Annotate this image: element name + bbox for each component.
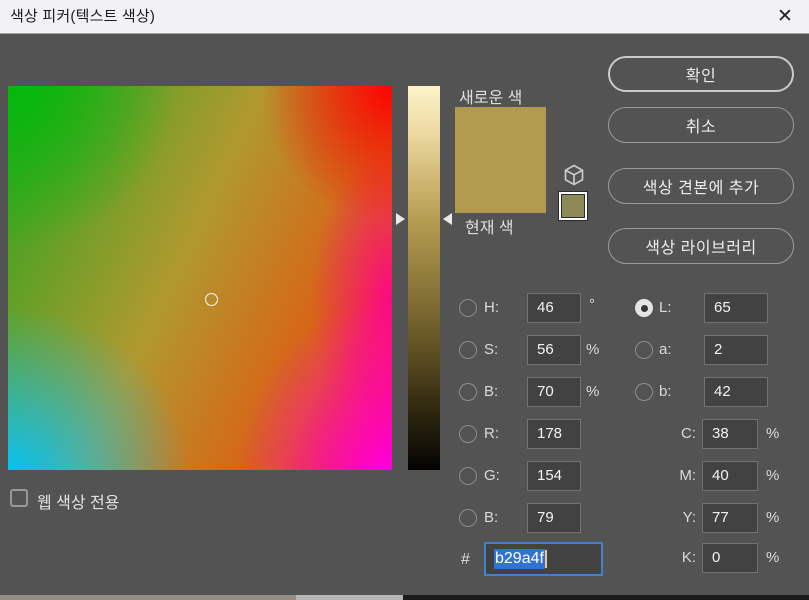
h-unit: ° [589,296,595,313]
web-gamut-cube-icon[interactable] [562,163,586,187]
hex-prefix: # [461,551,470,568]
b-brightness-label: B: [484,383,499,400]
m-label: M: [679,467,696,484]
slider-arrow-left-icon[interactable] [396,213,405,225]
slider-arrow-right-icon[interactable] [443,213,452,225]
radio-b-brightness[interactable] [459,383,477,401]
close-button[interactable]: ✕ [767,0,803,33]
s-label: S: [484,341,499,358]
a-label: a: [659,341,672,358]
k-label: K: [681,549,696,566]
l-input[interactable]: 65 [704,293,768,323]
radio-r[interactable] [459,425,477,443]
color-field-marker[interactable] [205,293,218,306]
a-input[interactable]: 2 [704,335,768,365]
m-input[interactable]: 40 [702,461,758,491]
radio-b-blue[interactable] [459,509,477,527]
add-to-swatches-button[interactable]: 색상 견본에 추가 [608,168,794,204]
s-input[interactable]: 56 [527,335,581,365]
ok-button[interactable]: 확인 [608,56,794,92]
background-strip [296,595,403,600]
r-input[interactable]: 178 [527,419,581,449]
web-colors-only-checkbox[interactable] [10,489,28,507]
l-label: L: [659,299,672,316]
color-preview [455,107,546,213]
y-unit: % [766,509,780,526]
c-unit: % [766,425,780,442]
m-unit: % [766,467,780,484]
g-input[interactable]: 154 [527,461,581,491]
y-label: Y: [682,509,696,526]
s-unit: % [586,341,600,358]
c-input[interactable]: 38 [702,419,758,449]
y-input[interactable]: 77 [702,503,758,533]
k-unit: % [766,549,780,566]
window-title: 색상 피커(텍스트 색상) [10,8,156,25]
radio-b-lab[interactable] [635,383,653,401]
current-color-label: 현재 색 [465,220,514,237]
h-label: H: [484,299,499,316]
radio-h[interactable] [459,299,477,317]
color-picker-dialog: 색상 피커(텍스트 색상) ✕ 새로운 색 현재 색 확인 취소 색상 견본에 … [0,0,809,600]
color-libraries-button[interactable]: 색상 라이브러리 [608,228,794,264]
b-blue-label: B: [484,509,499,526]
radio-s[interactable] [459,341,477,359]
hex-selected-text: b29a4f [494,549,545,569]
cancel-button[interactable]: 취소 [608,107,794,143]
new-color-swatch [455,107,546,160]
websafe-color-swatch[interactable] [558,191,588,221]
hex-input[interactable]: b29a4f [484,542,603,576]
b-lab-label: b: [659,383,672,400]
b-lab-input[interactable]: 42 [704,377,768,407]
radio-a[interactable] [635,341,653,359]
color-field[interactable] [8,86,392,470]
background-strip [403,595,809,600]
r-label: R: [484,425,499,442]
radio-g[interactable] [459,467,477,485]
websafe-color-inner [561,194,585,218]
b-brightness-input[interactable]: 70 [527,377,581,407]
text-caret [544,550,547,568]
background-strip [0,595,296,600]
web-colors-only-label: 웹 색상 전용 [37,495,120,512]
new-color-label: 새로운 색 [459,90,523,107]
k-input[interactable]: 0 [702,543,758,573]
c-label: C: [681,425,696,442]
h-input[interactable]: 46 [527,293,581,323]
b-brightness-unit: % [586,383,600,400]
lightness-slider[interactable] [408,86,440,470]
close-icon: ✕ [777,6,793,27]
g-label: G: [484,467,500,484]
titlebar: 색상 피커(텍스트 색상) ✕ [0,0,809,34]
current-color-swatch[interactable] [455,160,546,213]
radio-l[interactable] [635,299,653,317]
b-blue-input[interactable]: 79 [527,503,581,533]
